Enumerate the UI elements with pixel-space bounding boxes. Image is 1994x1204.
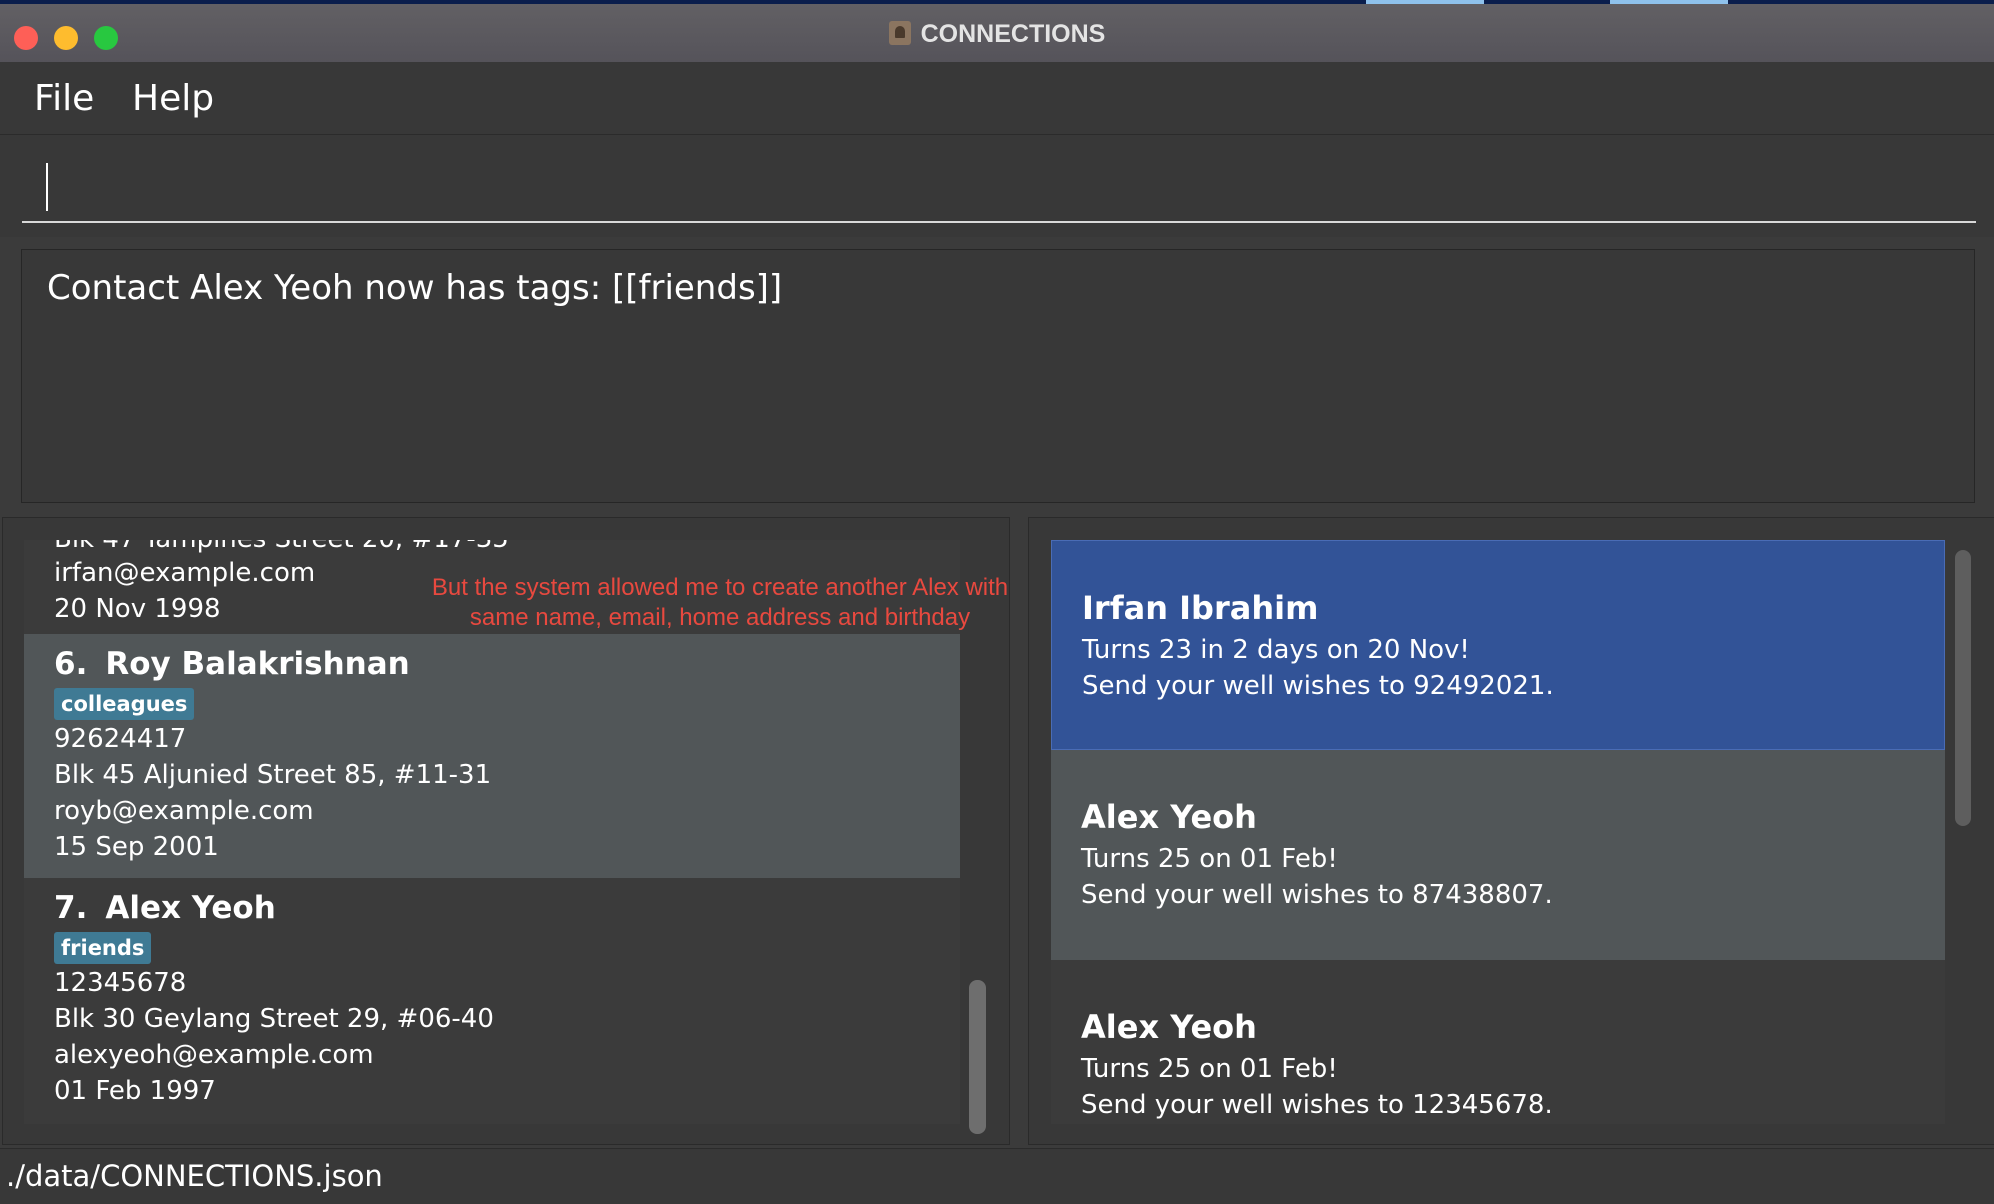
person-phone: 12345678 (54, 968, 187, 998)
person-email: royb@example.com (54, 796, 314, 826)
menu-file[interactable]: File (34, 78, 94, 119)
birthday-wish-line: Send your well wishes to 87438807. (1081, 880, 1553, 910)
birthday-wish-line: Send your well wishes to 12345678. (1081, 1090, 1553, 1120)
person-tag: colleagues (54, 688, 195, 720)
birthday-list-scrollbar[interactable] (1951, 540, 1975, 1124)
person-name-row: 7. Alex Yeoh (54, 890, 276, 926)
menu-help[interactable]: Help (132, 78, 214, 119)
birthday-wish-line: Send your well wishes to 92492021. (1082, 671, 1554, 701)
menu-bar: File Help (0, 62, 1994, 135)
birthday-card[interactable]: Alex Yeoh Turns 25 on 01 Feb! Send your … (1051, 960, 1945, 1124)
person-name-row: 6. Roy Balakrishnan (54, 646, 410, 682)
person-phone: 92624417 (54, 724, 187, 754)
person-card[interactable]: 7. Alex Yeoh friends 12345678 Blk 30 Geyl… (24, 878, 960, 1124)
person-birthday: 20 Nov 1998 (54, 594, 221, 624)
birthday-reminder-panel: Irfan Ibrahim Turns 23 in 2 days on 20 N… (1028, 517, 1994, 1145)
text-caret (46, 163, 48, 211)
title-bar: CONNECTIONS (0, 4, 1994, 63)
birthday-name: Alex Yeoh (1081, 798, 1257, 836)
person-index: 6. (54, 646, 88, 682)
result-message: Contact Alex Yeoh now has tags: [[friend… (47, 268, 783, 308)
birthday-countdown: Turns 23 in 2 days on 20 Nov! (1082, 635, 1470, 665)
person-address: Blk 45 Aljunied Street 85, #11-31 (54, 760, 492, 790)
person-tag: friends (54, 932, 152, 964)
command-box (0, 135, 1994, 237)
person-name: Alex Yeoh (105, 890, 276, 926)
person-address: Blk 47 Tampines Street 20, #17-35 (54, 540, 509, 554)
birthday-countdown: Turns 25 on 01 Feb! (1081, 844, 1338, 874)
person-email: alexyeoh@example.com (54, 1040, 374, 1070)
birthday-reminder-list[interactable]: Irfan Ibrahim Turns 23 in 2 days on 20 N… (1051, 540, 1945, 1124)
person-name: Roy Balakrishnan (105, 646, 410, 682)
person-address: Blk 30 Geylang Street 29, #06-40 (54, 1004, 494, 1034)
command-input[interactable] (22, 153, 1976, 223)
scrollbar-thumb[interactable] (1955, 550, 1971, 826)
result-display: Contact Alex Yeoh now has tags: [[friend… (21, 249, 1975, 503)
person-birthday: 01 Feb 1997 (54, 1076, 216, 1106)
scrollbar-thumb[interactable] (969, 980, 986, 1134)
annotation-note: But the system allowed me to create anot… (431, 574, 1009, 631)
person-email: irfan@example.com (54, 558, 316, 588)
birthday-card-selected[interactable]: Irfan Ibrahim Turns 23 in 2 days on 20 N… (1051, 540, 1945, 750)
window-title: CONNECTIONS (920, 20, 1106, 48)
birthday-card[interactable]: Alex Yeoh Turns 25 on 01 Feb! Send your … (1051, 750, 1945, 960)
birthday-name: Alex Yeoh (1081, 1008, 1257, 1046)
person-birthday: 15 Sep 2001 (54, 832, 219, 862)
person-index: 7. (54, 890, 88, 926)
window-title-group: CONNECTIONS (0, 20, 1994, 49)
birthday-name: Irfan Ibrahim (1082, 589, 1319, 627)
contact-book-icon (888, 21, 911, 45)
birthday-countdown: Turns 25 on 01 Feb! (1081, 1054, 1338, 1084)
person-card[interactable]: 6. Roy Balakrishnan colleagues 92624417 B… (24, 634, 960, 878)
status-bar: ./data/CONNECTIONS.json (0, 1148, 1994, 1204)
save-file-path: ./data/CONNECTIONS.json (6, 1159, 383, 1193)
